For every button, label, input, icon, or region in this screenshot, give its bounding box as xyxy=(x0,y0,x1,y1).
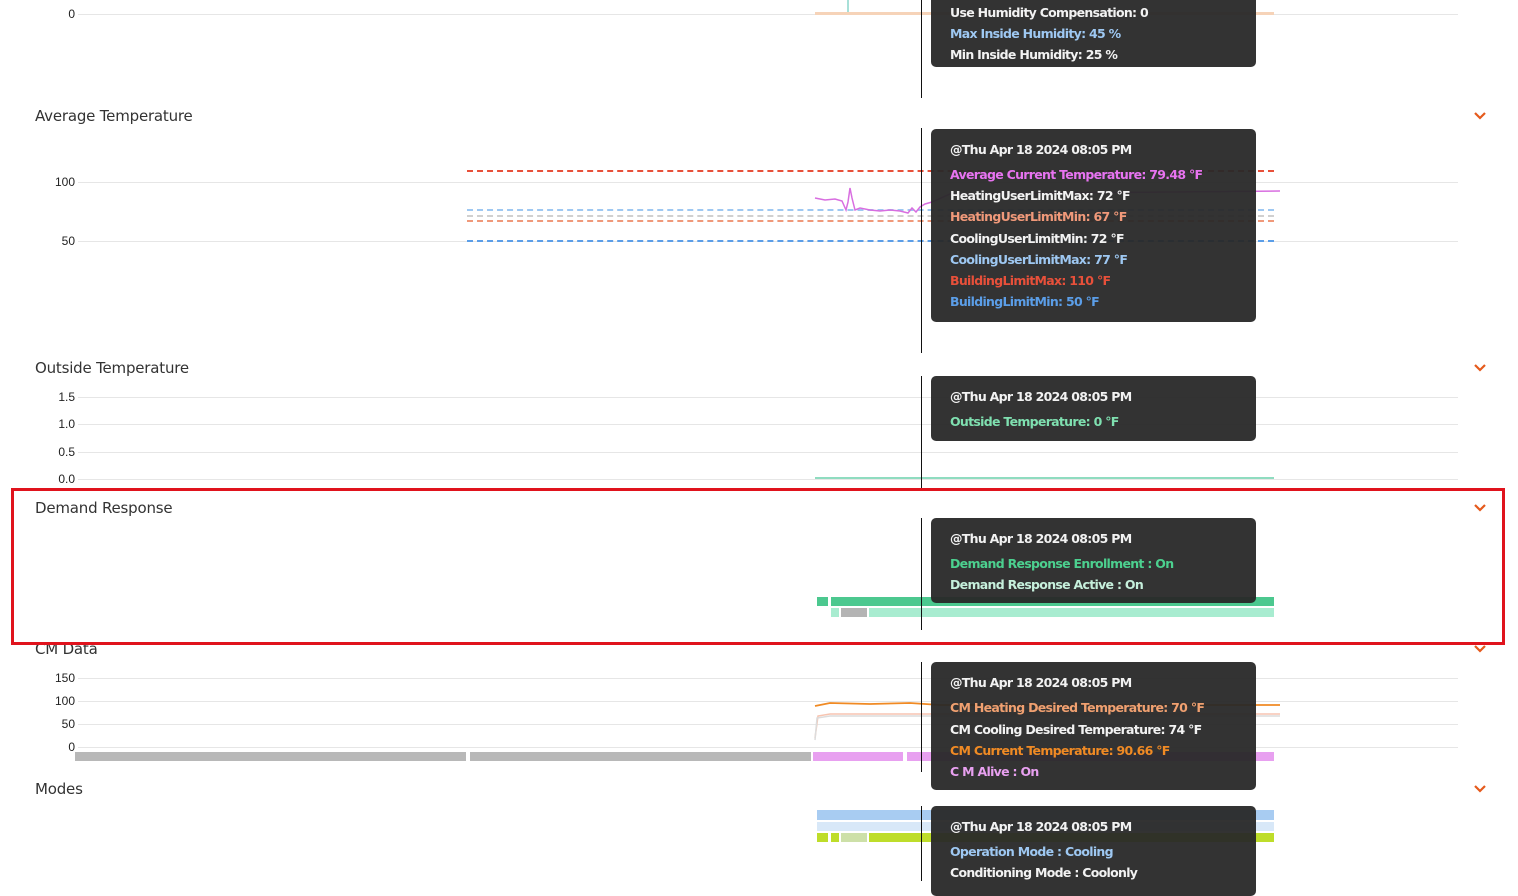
cm-data-ytick: 0 xyxy=(68,740,75,754)
tooltip-row: CoolingUserLimitMin: 72 °F xyxy=(950,231,1125,246)
outside-temperature-ytick: 0.5 xyxy=(58,445,75,459)
outside-temperature-gridline xyxy=(78,452,1458,453)
outside-temperature-ytick: 1.0 xyxy=(58,417,75,431)
tooltip-row: CM Cooling Desired Temperature: 74 °F xyxy=(950,722,1202,737)
modes-chevron-down-icon[interactable] xyxy=(1473,782,1487,796)
tooltip-row: CM Current Temperature: 90.66 °F xyxy=(950,743,1170,758)
demand-response-highlight-box xyxy=(11,488,1505,645)
cm-data-tooltip: @Thu Apr 18 2024 08:05 PM CM Heating Des… xyxy=(931,662,1256,790)
outside-temperature-ytick: 1.5 xyxy=(58,390,75,404)
humidity-series-spike xyxy=(847,0,849,12)
tooltip-row: CM Heating Desired Temperature: 70 °F xyxy=(950,700,1205,715)
tooltip-row: Conditioning Mode : Coolonly xyxy=(950,865,1138,880)
outside-temperature-cursor-line xyxy=(921,376,922,488)
outside-temperature-tooltip: @Thu Apr 18 2024 08:05 PM Outside Temper… xyxy=(931,376,1256,441)
tooltip-row: C M Alive : On xyxy=(950,764,1039,779)
tooltip-timestamp: @Thu Apr 18 2024 08:05 PM xyxy=(950,819,1132,834)
outside-temperature-ytick: 0.0 xyxy=(58,472,75,486)
tooltip-row: CoolingUserLimitMax: 77 °F xyxy=(950,252,1128,267)
cm-data-ytick: 150 xyxy=(54,671,75,685)
tooltip-row: Outside Temperature: 0 °F xyxy=(950,414,1119,429)
tooltip-row: HeatingUserLimitMin: 67 °F xyxy=(950,209,1127,224)
tooltip-timestamp: @Thu Apr 18 2024 08:05 PM xyxy=(950,142,1132,157)
humidity-tooltip-row: Max Inside Humidity: 45 % xyxy=(950,26,1121,41)
humidity-cursor-line xyxy=(921,0,922,98)
average-temperature-tooltip: @Thu Apr 18 2024 08:05 PM Average Curren… xyxy=(931,129,1256,322)
modes-title: Modes xyxy=(35,780,83,798)
modes-third-bar-gap xyxy=(841,833,867,842)
average-temperature-ytick: 50 xyxy=(61,234,75,248)
outside-temperature-title: Outside Temperature xyxy=(35,359,189,377)
cm-data-ytick: 100 xyxy=(54,694,75,708)
cm-data-ytick: 50 xyxy=(61,717,75,731)
average-temperature-chevron-down-icon[interactable] xyxy=(1473,109,1487,123)
tooltip-row: Operation Mode : Cooling xyxy=(950,844,1114,859)
outside-temperature-gridline xyxy=(78,479,1458,480)
modes-third-bar xyxy=(831,833,839,842)
humidity-tooltip-row: Min Inside Humidity: 25 % xyxy=(950,47,1118,62)
cm-alive-off-bar xyxy=(470,752,811,761)
tooltip-timestamp: @Thu Apr 18 2024 08:05 PM xyxy=(950,675,1132,690)
average-temperature-title: Average Temperature xyxy=(35,107,193,125)
outside-temperature-chevron-down-icon[interactable] xyxy=(1473,361,1487,375)
tooltip-row: Average Current Temperature: 79.48 °F xyxy=(950,167,1203,182)
tooltip-row: HeatingUserLimitMax: 72 °F xyxy=(950,188,1131,203)
humidity-ytick-0: 0 xyxy=(68,7,75,21)
tooltip-timestamp: @Thu Apr 18 2024 08:05 PM xyxy=(950,389,1132,404)
humidity-tooltip: Use Humidity Compensation: 0 Max Inside … xyxy=(931,0,1256,67)
cm-alive-off-bar xyxy=(75,752,466,761)
humidity-tooltip-row: Use Humidity Compensation: 0 xyxy=(950,5,1149,20)
average-temperature-cursor-line xyxy=(921,128,922,353)
average-temperature-ytick: 100 xyxy=(54,175,75,189)
modes-third-bar xyxy=(817,833,828,842)
outside-temperature-line xyxy=(815,477,1274,479)
modes-cursor-line xyxy=(921,806,922,881)
tooltip-row: BuildingLimitMax: 110 °F xyxy=(950,273,1111,288)
tooltip-row: BuildingLimitMin: 50 °F xyxy=(950,294,1100,309)
cm-data-cursor-line xyxy=(921,662,922,772)
cm-alive-on-bar xyxy=(813,752,903,761)
modes-tooltip: @Thu Apr 18 2024 08:05 PM Operation Mode… xyxy=(931,806,1256,896)
